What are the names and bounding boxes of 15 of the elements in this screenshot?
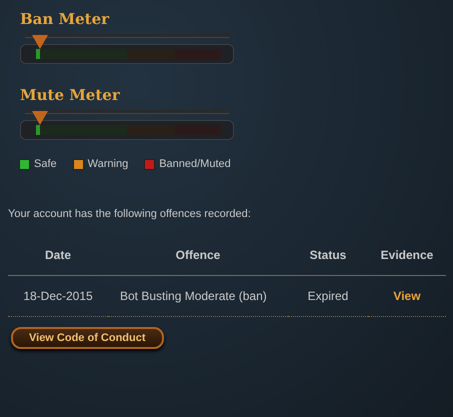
legend-label: Banned/Muted (159, 158, 231, 170)
meter-title: Ban Meter (20, 10, 110, 28)
table-cell: Expired (288, 276, 368, 316)
table-cell: Bot Busting Moderate (ban) (108, 276, 288, 316)
column-header: Evidence (368, 240, 446, 276)
meter-title: Mute Meter (20, 86, 120, 104)
table-cell: 18-Dec-2015 (8, 276, 108, 316)
view-link[interactable]: View (393, 289, 421, 303)
legend-label: Safe (34, 158, 57, 170)
column-header: Date (8, 240, 108, 276)
column-header: Status (288, 240, 368, 276)
intro-text: Your account has the following offences recorded: (8, 208, 252, 220)
code-of-conduct-button[interactable]: View Code of Conduct (11, 327, 164, 349)
column-header: Offence (108, 240, 288, 276)
legend-label: Warning (88, 158, 128, 170)
